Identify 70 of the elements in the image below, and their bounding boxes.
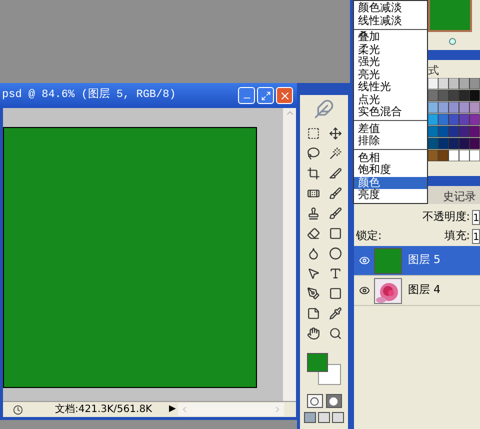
menu-item[interactable]: 叠加	[354, 31, 427, 44]
knife-icon	[328, 167, 342, 180]
circle-icon	[329, 396, 338, 406]
pointer-icon	[306, 267, 320, 280]
layer-name: 图层 5	[408, 252, 440, 268]
opacity-label: 不透明度:	[422, 208, 470, 224]
window-title: psd @ 84.6% (图层 5, RGB/8)	[1, 87, 176, 104]
menu-item[interactable]: 色相	[354, 152, 427, 164]
fill-field[interactable]: 1	[472, 228, 480, 244]
move-icon	[328, 127, 342, 140]
lock-label: 锁定:	[356, 228, 382, 244]
layer-row[interactable]: 图层 4	[354, 276, 480, 306]
layer-thumbnail	[374, 248, 402, 274]
menu-item[interactable]: 颜色	[354, 176, 427, 189]
panel-tab[interactable]: 式	[428, 65, 439, 76]
screen-mode-button[interactable]	[332, 412, 344, 423]
drop-icon	[306, 247, 320, 260]
type-icon	[328, 267, 342, 280]
menu-item[interactable]: 点光	[354, 94, 427, 106]
menu-item[interactable]: 亮度	[354, 189, 427, 202]
quick-mask-button[interactable]	[326, 394, 342, 408]
brush-icon	[328, 187, 342, 200]
brush-icon	[328, 207, 342, 220]
lasso-icon	[306, 147, 320, 160]
layer-name: 图层 4	[408, 282, 440, 298]
status-text: 文档:421.3K/561.8K	[55, 402, 154, 417]
pen-icon	[306, 287, 320, 300]
hand-icon	[306, 327, 320, 340]
marquee-icon	[306, 127, 320, 140]
eye-icon[interactable]	[358, 285, 370, 296]
stamp-icon	[306, 207, 320, 220]
eraser-icon	[306, 227, 320, 240]
vertical-scrollbar[interactable]	[283, 108, 296, 401]
minimize-button[interactable]	[238, 87, 255, 104]
menu-item[interactable]: 颜色减淡	[354, 2, 427, 14]
menu-item[interactable]: 线性光	[354, 81, 427, 94]
menu-item[interactable]: 饱和度	[354, 164, 427, 176]
maximize-icon	[260, 90, 270, 100]
standard-mode-button[interactable]	[306, 394, 322, 408]
crop-icon	[306, 167, 320, 180]
menu-item[interactable]: 柔光	[354, 44, 427, 56]
clock-icon[interactable]	[13, 404, 23, 414]
screen-mode-button[interactable]	[318, 412, 330, 423]
circle-icon	[310, 396, 319, 406]
eyedropper-icon	[328, 307, 342, 320]
close-button[interactable]	[276, 87, 293, 104]
menu-item[interactable]: 线性减淡	[354, 14, 427, 27]
layer-row[interactable]: 图层 5	[354, 246, 480, 276]
maximize-button[interactable]	[257, 87, 274, 104]
menu-item[interactable]: 亮光	[354, 68, 427, 81]
navigator-thumbnail	[428, 0, 472, 32]
rectangle-icon	[328, 287, 342, 300]
bandage-icon	[306, 187, 320, 200]
swatches-drawing[interactable]	[428, 78, 480, 162]
screen-mode-button[interactable]	[304, 412, 316, 423]
panel-tab[interactable]: 史记录	[443, 191, 476, 204]
menu-item[interactable]: 实色混合	[354, 106, 427, 118]
close-icon	[278, 90, 290, 102]
zoom-slider-thumb[interactable]	[449, 38, 456, 45]
menu-item[interactable]: 差值	[354, 122, 427, 135]
menu-item[interactable]: 强光	[354, 56, 427, 68]
menu-item[interactable]: 排除	[354, 135, 427, 148]
note-icon	[306, 307, 320, 320]
wand-icon	[328, 147, 342, 160]
feather-icon	[314, 99, 334, 119]
fill-label: 填充:	[444, 228, 470, 244]
status-menu-button[interactable]: ▶	[167, 405, 178, 414]
opacity-field[interactable]: 1	[472, 210, 480, 225]
zoom-icon	[328, 327, 342, 340]
color-swatches[interactable]	[307, 353, 341, 385]
